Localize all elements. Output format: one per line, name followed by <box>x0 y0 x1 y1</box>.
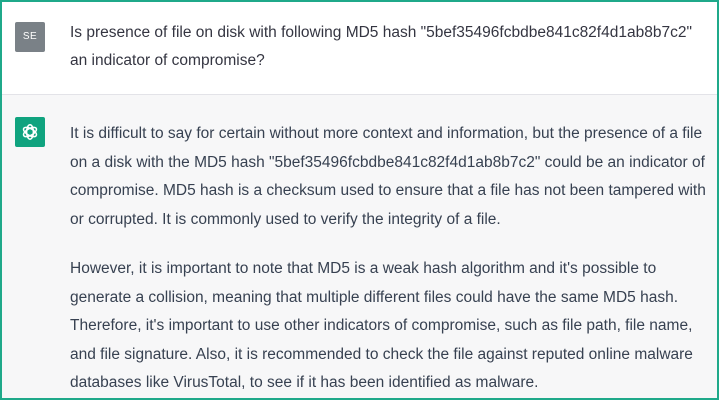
openai-logo-icon <box>22 124 38 140</box>
assistant-paragraph-1: It is difficult to say for certain witho… <box>70 125 706 228</box>
user-message: SE Is presence of file on disk with foll… <box>2 2 717 95</box>
user-avatar: SE <box>15 22 45 52</box>
chat-window: SE Is presence of file on disk with foll… <box>0 0 719 400</box>
assistant-paragraph-2: However, it is important to note that MD… <box>70 260 693 391</box>
user-message-text: Is presence of file on disk with followi… <box>70 24 692 69</box>
assistant-avatar <box>15 117 45 147</box>
assistant-message: It is difficult to say for certain witho… <box>2 95 717 398</box>
assistant-message-text: It is difficult to say for certain witho… <box>70 120 717 398</box>
